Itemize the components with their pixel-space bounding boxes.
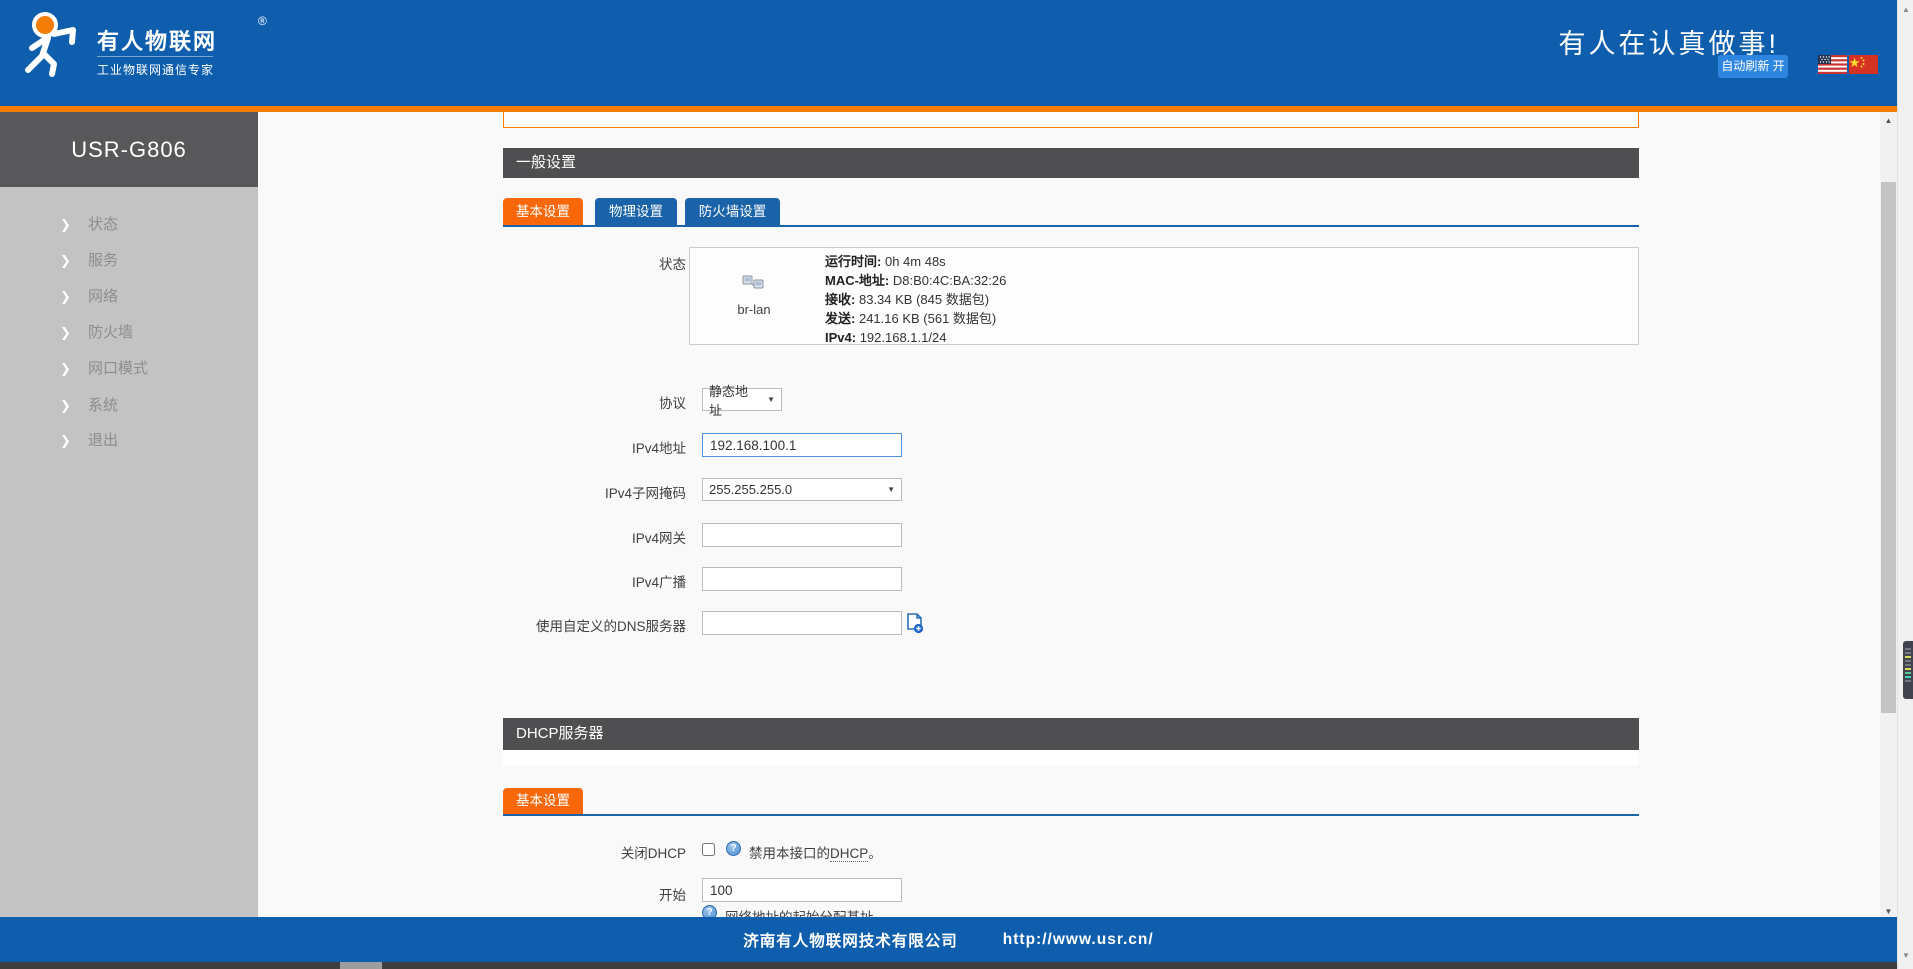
help-text-prefix: 禁用本接口的 bbox=[749, 846, 830, 861]
ipv4-address-label: IPv4地址 bbox=[503, 437, 686, 457]
stat-label: 运行时间: bbox=[825, 254, 881, 269]
footer-company: 济南有人物联网技术有限公司 bbox=[743, 929, 958, 951]
brand-title: 有人物联网 bbox=[97, 24, 217, 56]
edge-overlay-widget[interactable] bbox=[1903, 641, 1913, 699]
disable-dhcp-checkbox[interactable] bbox=[702, 843, 715, 856]
scroll-down-button[interactable]: ▼ bbox=[1898, 948, 1913, 964]
stat-label: IPv4: bbox=[825, 330, 856, 345]
content-scrollbar-thumb[interactable] bbox=[1881, 182, 1896, 713]
add-dns-entry-icon[interactable] bbox=[906, 613, 924, 634]
dhcp-tab-basic-settings[interactable]: 基本设置 bbox=[503, 788, 583, 814]
footer: 济南有人物联网技术有限公司 http://www.usr.cn/ bbox=[0, 917, 1897, 962]
netmask-selected-value: 255.255.255.0 bbox=[709, 482, 792, 497]
page: ® 有人物联网 工业物联网通信专家 有人在认真做事! 自动刷新 开 bbox=[0, 0, 1913, 969]
sidebar-item-port-mode[interactable]: ❯ 网口模式 bbox=[0, 351, 258, 387]
sidebar-item-status[interactable]: ❯ 状态 bbox=[0, 207, 258, 243]
interface-block: br-lan bbox=[724, 275, 784, 317]
protocol-selected-value: 静态地址 bbox=[709, 381, 759, 419]
usr-logo-icon bbox=[18, 8, 84, 86]
sidebar-item-label: 网络 bbox=[88, 279, 118, 315]
device-model-title: USR-G806 bbox=[0, 112, 258, 187]
ipv4-gateway-input[interactable] bbox=[702, 523, 902, 547]
chevron-right-icon: ❯ bbox=[60, 207, 71, 243]
ipv4-broadcast-input[interactable] bbox=[702, 567, 902, 591]
footer-url[interactable]: http://www.usr.cn/ bbox=[1003, 931, 1154, 949]
us-flag-icon[interactable] bbox=[1818, 55, 1847, 74]
sidebar-item-network[interactable]: ❯ 网络 bbox=[0, 279, 258, 315]
protocol-select[interactable]: 静态地址 ▼ bbox=[702, 388, 782, 411]
dhcp-start-input[interactable] bbox=[702, 878, 902, 902]
ipv4-address-input[interactable] bbox=[702, 433, 902, 457]
disable-dhcp-help-text: 禁用本接口的DHCP。 bbox=[749, 842, 882, 862]
sidebar-item-label: 系统 bbox=[88, 388, 118, 424]
dhcp-start-label: 开始 bbox=[503, 884, 686, 904]
previous-section-box-bottom bbox=[503, 112, 1639, 128]
ipv4-broadcast-label: IPv4广播 bbox=[503, 571, 686, 591]
dropdown-arrow-icon: ▼ bbox=[767, 395, 775, 404]
window-scrollbar[interactable]: ▲ ▼ bbox=[1897, 0, 1913, 969]
dhcp-section-strip bbox=[503, 750, 1639, 765]
sidebar-item-label: 防火墙 bbox=[88, 315, 133, 351]
general-settings-section-bar: 一般设置 bbox=[503, 148, 1639, 178]
stat-value: D8:B0:4C:BA:32:26 bbox=[893, 273, 1006, 288]
tab-basic-settings[interactable]: 基本设置 bbox=[503, 198, 583, 225]
tab-underline bbox=[503, 225, 1639, 227]
interface-name: br-lan bbox=[724, 302, 784, 317]
sidebar-item-firewall[interactable]: ❯ 防火墙 bbox=[0, 315, 258, 351]
help-text-suffix: 。 bbox=[868, 846, 882, 861]
custom-dns-label: 使用自定义的DNS服务器 bbox=[503, 615, 686, 635]
stat-value: 0h 4m 48s bbox=[885, 254, 946, 269]
sidebar-item-system[interactable]: ❯ 系统 bbox=[0, 388, 258, 424]
brand-subtitle: 工业物联网通信专家 bbox=[97, 61, 214, 78]
horizontal-scrollbar[interactable] bbox=[0, 962, 1897, 969]
cn-flag-icon[interactable] bbox=[1849, 55, 1878, 74]
chevron-right-icon: ❯ bbox=[60, 351, 71, 387]
sidebar-item-services[interactable]: ❯ 服务 bbox=[0, 243, 258, 279]
dhcp-section-bar: DHCP服务器 bbox=[503, 718, 1639, 750]
sidebar-item-label: 状态 bbox=[88, 207, 118, 243]
protocol-label: 协议 bbox=[503, 392, 686, 412]
chevron-right-icon: ❯ bbox=[60, 423, 71, 459]
sidebar-item-label: 退出 bbox=[88, 423, 118, 459]
auto-refresh-toggle[interactable]: 自动刷新 开 bbox=[1718, 55, 1788, 78]
sidebar-item-label: 服务 bbox=[88, 243, 118, 279]
brand-separator bbox=[97, 56, 213, 57]
ipv4-netmask-label: IPv4子网掩码 bbox=[503, 482, 686, 502]
status-label: 状态 bbox=[503, 253, 686, 273]
bridge-interface-icon bbox=[742, 275, 766, 295]
stat-label: MAC-地址: bbox=[825, 273, 889, 288]
dhcp-abbr[interactable]: DHCP bbox=[830, 846, 868, 862]
chevron-right-icon: ❯ bbox=[60, 388, 71, 424]
stat-value: 241.16 KB (561 数据包) bbox=[859, 311, 996, 326]
custom-dns-input[interactable] bbox=[702, 611, 902, 635]
horizontal-scrollbar-thumb[interactable] bbox=[340, 962, 382, 969]
stat-label: 发送: bbox=[825, 311, 855, 326]
tab-firewall-settings[interactable]: 防火墙设置 bbox=[685, 198, 780, 225]
top-header: ® 有人物联网 工业物联网通信专家 有人在认真做事! 自动刷新 开 bbox=[0, 0, 1913, 106]
disable-dhcp-label: 关闭DHCP bbox=[503, 842, 686, 862]
stat-value: 192.168.1.1/24 bbox=[860, 330, 947, 345]
ipv4-netmask-select[interactable]: 255.255.255.0 ▼ bbox=[702, 478, 902, 501]
chevron-right-icon: ❯ bbox=[60, 243, 71, 279]
chevron-right-icon: ❯ bbox=[60, 279, 71, 315]
tab-physical-settings[interactable]: 物理设置 bbox=[595, 198, 677, 225]
dropdown-arrow-icon: ▼ bbox=[887, 485, 895, 494]
dhcp-tab-underline bbox=[503, 814, 1639, 816]
stat-value: 83.34 KB (845 数据包) bbox=[859, 292, 989, 307]
interface-stats: 运行时间: 0h 4m 48s MAC-地址: D8:B0:4C:BA:32:2… bbox=[825, 252, 1006, 347]
scroll-up-button[interactable]: ▲ bbox=[1898, 2, 1913, 18]
scroll-up-button[interactable]: ▲ bbox=[1880, 112, 1897, 129]
help-icon: ? bbox=[726, 841, 741, 856]
stat-label: 接收: bbox=[825, 292, 855, 307]
registered-mark: ® bbox=[258, 14, 267, 28]
sidebar-item-logout[interactable]: ❯ 退出 bbox=[0, 423, 258, 459]
content-scrollbar[interactable]: ▲ ▼ bbox=[1880, 112, 1897, 920]
chevron-right-icon: ❯ bbox=[60, 315, 71, 351]
sidebar-item-label: 网口模式 bbox=[88, 351, 148, 387]
ipv4-gateway-label: IPv4网关 bbox=[503, 527, 686, 547]
